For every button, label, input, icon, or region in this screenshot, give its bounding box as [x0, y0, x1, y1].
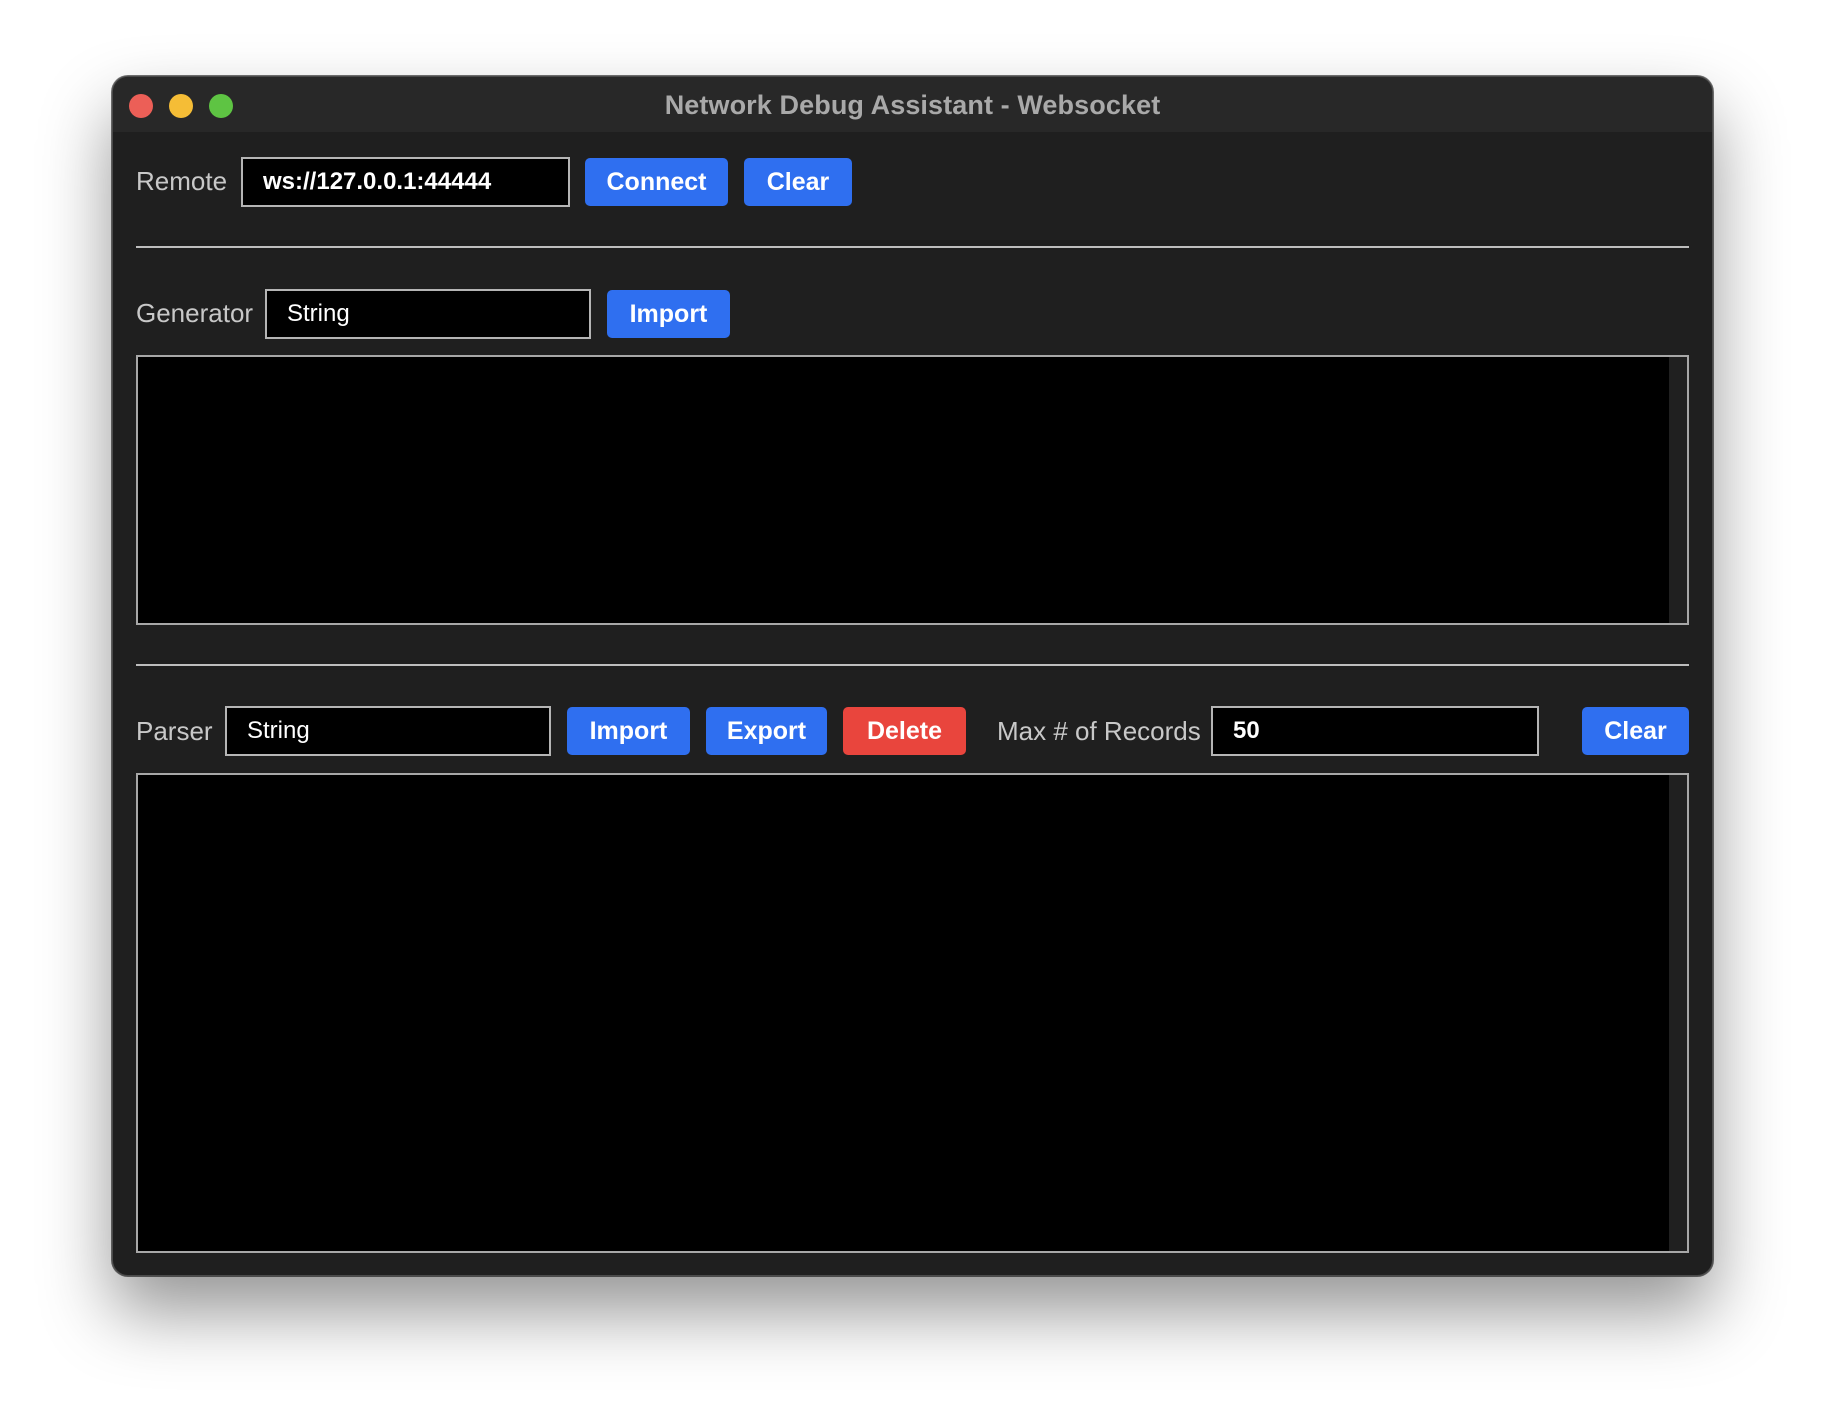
divider-top	[136, 246, 1689, 248]
max-records-input[interactable]: 50	[1211, 706, 1539, 756]
generator-scrollbar[interactable]	[1669, 357, 1687, 623]
parser-label: Parser	[136, 716, 213, 746]
parser-import-button[interactable]: Import	[567, 707, 690, 755]
remote-url-input[interactable]: ws://127.0.0.1:44444	[241, 157, 570, 207]
parser-clear-button[interactable]: Clear	[1582, 707, 1689, 755]
parser-scrollbar[interactable]	[1669, 775, 1687, 1251]
parser-output-textarea[interactable]	[136, 773, 1689, 1253]
parser-export-button[interactable]: Export	[706, 707, 827, 755]
window-title: Network Debug Assistant - Websocket	[664, 90, 1161, 120]
remote-clear-button[interactable]: Clear	[744, 158, 852, 206]
parser-delete-button[interactable]: Delete	[843, 707, 966, 755]
generator-type-select[interactable]: String	[265, 289, 591, 339]
remote-label: Remote	[136, 166, 228, 196]
app-window: Network Debug Assistant - Websocket Remo…	[112, 76, 1713, 1276]
generator-label: Generator	[136, 298, 254, 328]
generator-import-button[interactable]: Import	[607, 290, 730, 338]
generator-textarea[interactable]	[136, 355, 1689, 625]
divider-bottom	[136, 664, 1689, 666]
connect-button[interactable]: Connect	[585, 158, 728, 206]
title-bar: Network Debug Assistant - Websocket	[113, 77, 1712, 132]
parser-type-select[interactable]: String	[225, 706, 551, 756]
max-records-label: Max # of Records	[997, 716, 1201, 746]
